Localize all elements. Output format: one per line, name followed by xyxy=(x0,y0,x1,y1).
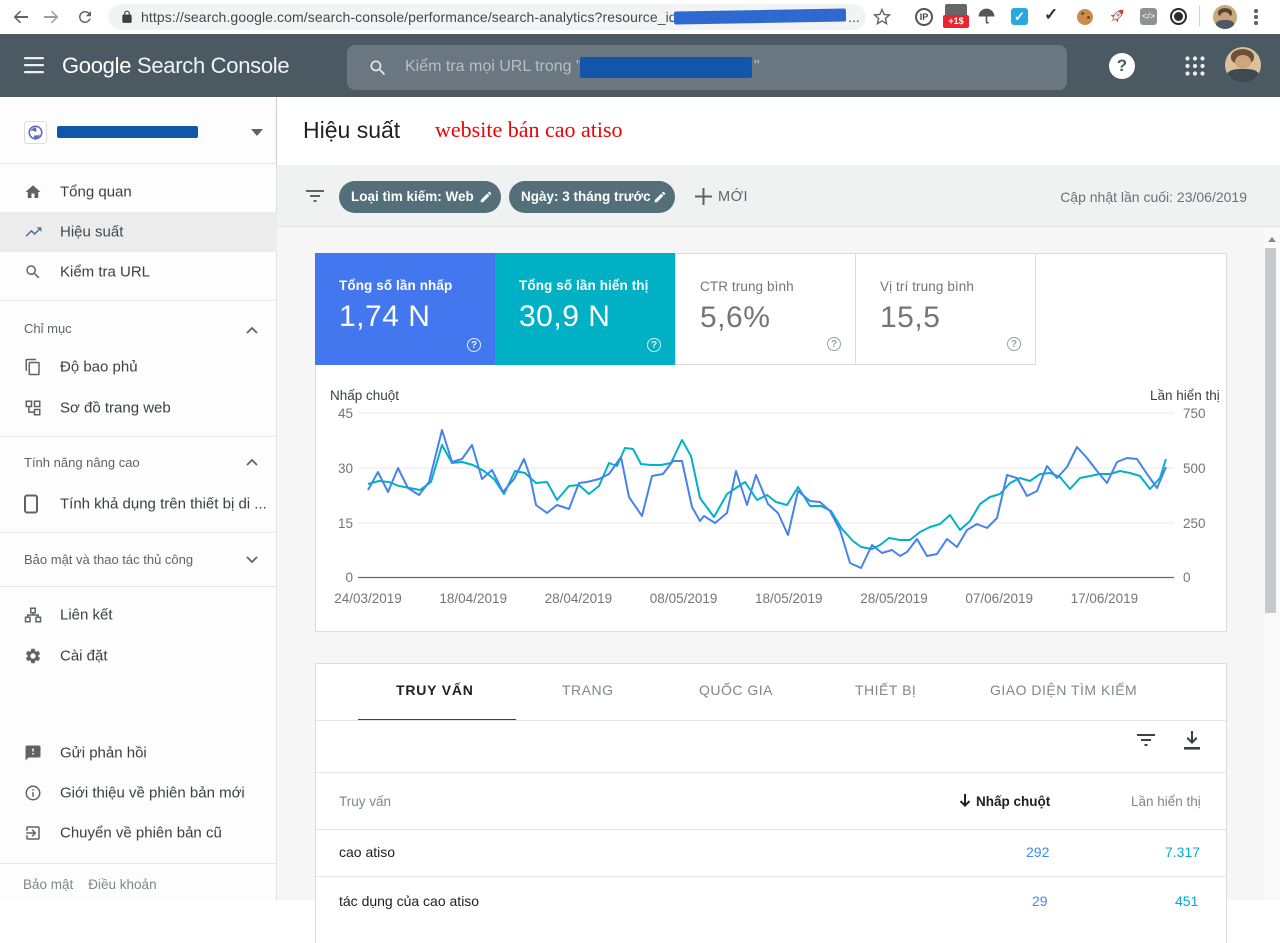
svg-text:18/04/2019: 18/04/2019 xyxy=(439,591,507,606)
svg-text:24/03/2019: 24/03/2019 xyxy=(334,591,402,606)
svg-text:08/05/2019: 08/05/2019 xyxy=(650,591,718,606)
svg-text:18/05/2019: 18/05/2019 xyxy=(755,591,823,606)
svg-text:17/06/2019: 17/06/2019 xyxy=(1071,591,1139,606)
svg-text:28/04/2019: 28/04/2019 xyxy=(545,591,613,606)
svg-text:30: 30 xyxy=(338,461,353,476)
svg-text:500: 500 xyxy=(1183,461,1206,476)
svg-text:750: 750 xyxy=(1183,406,1206,421)
svg-text:0: 0 xyxy=(345,570,353,585)
svg-text:15: 15 xyxy=(338,516,353,531)
svg-text:45: 45 xyxy=(338,406,353,421)
svg-text:28/05/2019: 28/05/2019 xyxy=(860,591,928,606)
svg-text:07/06/2019: 07/06/2019 xyxy=(965,591,1033,606)
svg-text:0: 0 xyxy=(1183,570,1191,585)
svg-text:250: 250 xyxy=(1183,516,1206,531)
